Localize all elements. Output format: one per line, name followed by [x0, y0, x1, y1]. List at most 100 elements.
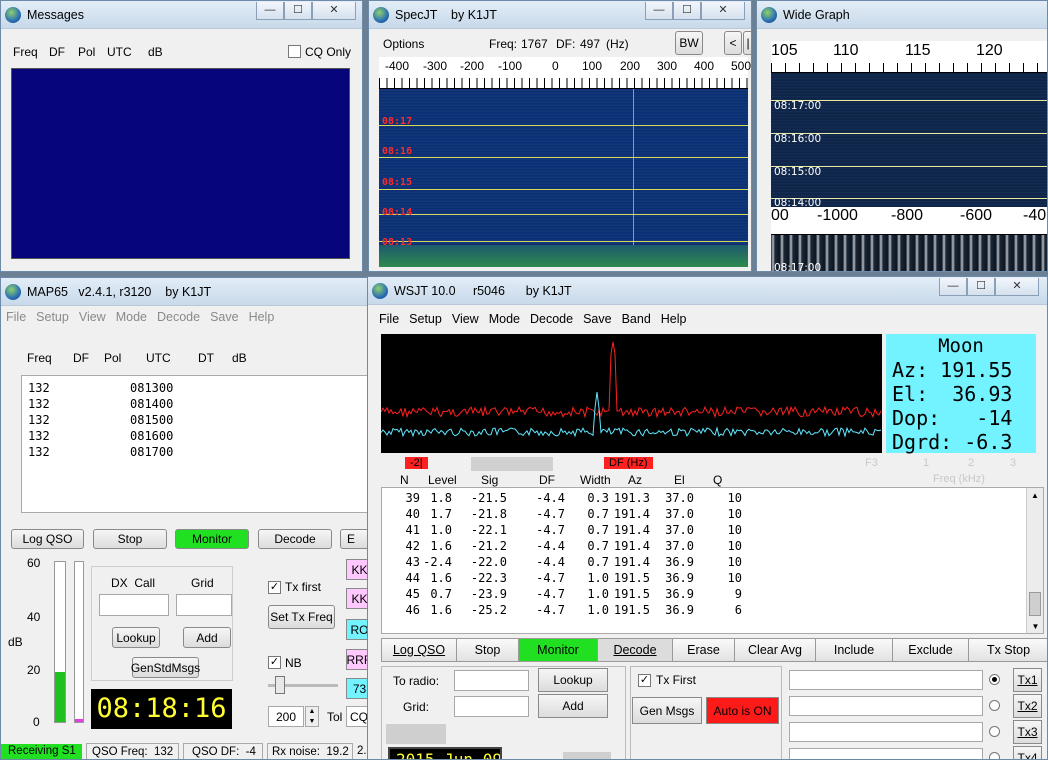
decode-button[interactable]: Decode [258, 529, 332, 549]
radio-dot [992, 677, 997, 682]
time-divider [379, 241, 748, 242]
options-menu[interactable]: Options [383, 37, 424, 51]
tx-first-checkbox[interactable]: ✓ [268, 581, 281, 594]
cell-df: -4.7 [536, 603, 565, 617]
menu-mode[interactable]: Mode [111, 310, 152, 324]
menu-view[interactable]: View [447, 312, 484, 326]
tx-first-checkbox[interactable]: ✓ [638, 674, 651, 687]
dx-call-input[interactable] [99, 594, 169, 616]
bw-button[interactable]: BW [675, 31, 703, 55]
prev-button[interactable]: < [724, 31, 742, 55]
widegraph-titlebar[interactable]: Wide Graph [757, 1, 1047, 29]
tx-stop-button[interactable]: Tx Stop [968, 638, 1047, 662]
exclude-button[interactable]: Exclude [892, 638, 969, 662]
to-radio-input[interactable] [454, 670, 529, 691]
widegraph-waterfall-bottom[interactable]: 08:17:00 [771, 235, 1047, 271]
menu-view[interactable]: View [74, 310, 111, 324]
tx1-message[interactable] [789, 670, 983, 690]
tx3-button[interactable]: Tx3 [1013, 720, 1042, 744]
cell-n: 42 [405, 539, 420, 553]
map65-titlebar[interactable]: MAP65 v2.4.1, r3120 by K1JT [1, 278, 371, 306]
tx2-radio[interactable] [989, 700, 1000, 711]
lookup-button[interactable]: Lookup [538, 668, 608, 692]
nb-checkbox[interactable]: ✓ [268, 656, 281, 669]
menu-file[interactable]: File [374, 312, 404, 326]
tol-spinner[interactable]: ▲ ▼ [305, 706, 319, 727]
tx3-radio[interactable] [989, 726, 1000, 737]
tx1-radio[interactable] [989, 674, 1000, 685]
cell-az: 191.5 [613, 571, 650, 585]
specjt-waterfall[interactable]: 08:17 08:16 08:15 08:14 08:13 [379, 89, 748, 267]
next-button[interactable]: | [743, 31, 751, 55]
menu-setup[interactable]: Setup [31, 310, 74, 324]
tx3-message[interactable] [789, 722, 983, 742]
menu-help[interactable]: Help [244, 310, 280, 324]
close-button[interactable]: ✕ [312, 2, 356, 20]
stop-button[interactable]: Stop [93, 529, 167, 549]
minimize-button[interactable]: — [256, 2, 284, 20]
slider-handle[interactable] [275, 676, 285, 694]
vertical-scrollbar[interactable]: ▲ ▼ [1026, 488, 1043, 633]
menu-help[interactable]: Help [656, 312, 692, 326]
tx4-message[interactable] [789, 748, 983, 759]
monitor-button[interactable]: Monitor [518, 638, 598, 662]
tol-input[interactable]: 200 [268, 706, 304, 727]
minimize-button[interactable]: — [645, 2, 673, 20]
log-qso-button[interactable]: Log QSO [11, 529, 84, 549]
clear-avg-button[interactable]: Clear Avg [734, 638, 816, 662]
cq-only-checkbox[interactable] [288, 45, 301, 58]
include-button[interactable]: Include [815, 638, 893, 662]
monitor-button[interactable]: Monitor [175, 529, 249, 549]
wsjt-data-table[interactable]: 39 1.8 -21.5 -4.4 0.3 191.3 37.0 10 40 1.7 -21.8 -4… [381, 487, 1044, 634]
nb-slider[interactable] [268, 676, 338, 694]
widegraph-waterfall-top[interactable]: 08:17:00 08:16:00 08:15:00 08:14:00 [771, 73, 1047, 209]
maximize-button[interactable]: ☐ [284, 2, 312, 20]
scroll-down-arrow[interactable]: ▼ [1027, 619, 1043, 633]
khz-tick-1: 1 [923, 457, 930, 469]
menu-band[interactable]: Band [617, 312, 656, 326]
cell-level: 1.6 [430, 539, 452, 553]
wsjt-titlebar[interactable]: WSJT 10.0 r5046 by K1JT — ☐ ✕ [368, 277, 1047, 305]
table-row: 46 1.6 -25.2 -4.7 1.0 191.5 36.9 6 [382, 603, 1022, 619]
grid-input[interactable] [454, 696, 529, 717]
menu-file[interactable]: File [1, 310, 31, 324]
map65-decode-list[interactable]: 132 081300 132 081400 132 081500 132 081600 … [21, 375, 371, 513]
menu-mode[interactable]: Mode [484, 312, 525, 326]
dx-grid-input[interactable] [176, 594, 232, 616]
set-tx-freq-button[interactable]: Set Tx Freq [268, 605, 335, 629]
add-button[interactable]: Add [183, 627, 231, 648]
tx2-message[interactable] [789, 696, 983, 716]
close-button[interactable]: ✕ [701, 2, 745, 20]
tx4-button[interactable]: Tx4 [1013, 746, 1042, 759]
genstdmsgs-button[interactable]: GenStdMsgs [131, 657, 200, 678]
df-label: DF: [556, 37, 576, 51]
menu-save[interactable]: Save [578, 312, 617, 326]
scroll-thumb[interactable] [1029, 592, 1041, 616]
minimize-button[interactable]: — [939, 278, 967, 296]
maximize-button[interactable]: ☐ [673, 2, 701, 20]
tx2-button[interactable]: Tx2 [1013, 694, 1042, 718]
close-button[interactable]: ✕ [995, 278, 1039, 296]
specjt-titlebar[interactable]: SpecJT by K1JT — ☐ ✕ [369, 1, 751, 29]
gen-msgs-button[interactable]: Gen Msgs [632, 697, 702, 724]
stop-button[interactable]: Stop [456, 638, 519, 662]
erase-button[interactable]: Erase [672, 638, 735, 662]
messages-titlebar[interactable]: Messages — ☐ ✕ [1, 1, 362, 29]
messages-list[interactable] [11, 68, 350, 259]
wsjt-spectrum-plot[interactable] [381, 334, 882, 453]
tx4-radio[interactable] [989, 752, 1000, 759]
menu-decode[interactable]: Decode [525, 312, 578, 326]
scroll-up-arrow[interactable]: ▲ [1027, 488, 1043, 504]
add-button[interactable]: Add [538, 694, 608, 718]
df-marker-red: -2| [405, 457, 428, 469]
tx1-button[interactable]: Tx1 [1013, 668, 1042, 692]
auto-on-button[interactable]: Auto is ON [706, 697, 779, 724]
decode-button[interactable]: Decode [597, 638, 673, 662]
menu-save[interactable]: Save [205, 310, 244, 324]
lookup-button[interactable]: Lookup [112, 627, 160, 648]
log-qso-button[interactable]: Log QSO [381, 638, 457, 662]
maximize-button[interactable]: ☐ [967, 278, 995, 296]
menu-setup[interactable]: Setup [404, 312, 447, 326]
menu-decode[interactable]: Decode [152, 310, 205, 324]
cell-el: 37.0 [665, 539, 694, 553]
